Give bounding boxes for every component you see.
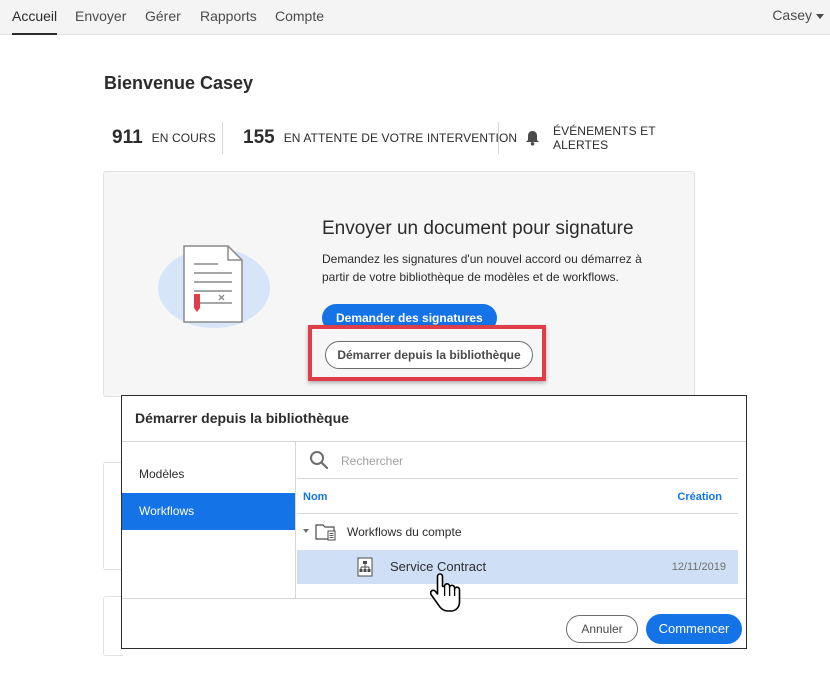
user-menu[interactable]: Casey <box>772 0 824 35</box>
search-input[interactable] <box>341 451 721 471</box>
nav-item-envoyer[interactable]: Envoyer <box>75 0 126 35</box>
folder-row[interactable]: Workflows du compte <box>297 515 738 549</box>
stat-events[interactable]: ÉVÉNEMENTS ET ALERTES <box>525 122 712 154</box>
sidebar-item-workflows[interactable]: Workflows <box>122 493 295 530</box>
dialog-main: Nom Création Workflows du compte Service… <box>297 442 738 598</box>
nav-item-gerer[interactable]: Gérer <box>145 0 181 35</box>
dialog-sidebar: Modèles Workflows <box>122 442 296 598</box>
workflow-icon <box>357 557 373 577</box>
stat-awaiting[interactable]: 155 EN ATTENTE DE VOTRE INTERVENTION <box>243 122 517 154</box>
divider <box>222 122 223 154</box>
nav-item-rapports[interactable]: Rapports <box>200 0 257 35</box>
stat-count: 155 <box>243 127 275 148</box>
stat-label: EN COURS <box>151 131 216 145</box>
column-name-header[interactable]: Nom <box>303 491 327 503</box>
cancel-button[interactable]: Annuler <box>566 615 638 643</box>
hand-cursor-icon <box>429 572 462 614</box>
document-illustration-icon <box>156 238 274 328</box>
table-header: Nom Création <box>297 480 738 514</box>
search-bar <box>297 442 738 479</box>
start-from-library-button[interactable]: Démarrer depuis la bibliothèque <box>325 341 533 369</box>
folder-label: Workflows du compte <box>347 525 462 539</box>
sidebar-item-modeles[interactable]: Modèles <box>122 456 295 493</box>
table-row[interactable]: Service Contract 12/11/2019 <box>297 550 738 584</box>
folder-icon <box>315 522 337 542</box>
stats-bar: 911 EN COURS 155 EN ATTENTE DE VOTRE INT… <box>112 122 712 154</box>
nav-item-accueil[interactable]: Accueil <box>12 0 58 35</box>
triangle-down-icon[interactable] <box>303 529 309 533</box>
page-title: Bienvenue Casey <box>104 73 254 93</box>
stat-count: 911 <box>112 127 143 148</box>
dialog-title: Démarrer depuis la bibliothèque <box>135 410 349 426</box>
stat-in-progress[interactable]: 911 EN COURS <box>112 122 216 154</box>
card-description: Demandez les signatures d'un nouvel acco… <box>322 252 642 284</box>
stat-label: EN ATTENTE DE VOTRE INTERVENTION <box>283 131 518 145</box>
column-created-header[interactable]: Création <box>677 491 722 503</box>
nav-item-compte[interactable]: Compte <box>275 0 324 35</box>
stat-label: ÉVÉNEMENTS ET ALERTES <box>553 124 656 152</box>
start-button[interactable]: Commencer <box>646 614 742 644</box>
highlight-box: Démarrer depuis la bibliothèque <box>308 325 546 381</box>
bell-icon <box>525 130 540 146</box>
workflow-date: 12/11/2019 <box>671 561 726 573</box>
background-card <box>103 596 123 656</box>
top-nav: Accueil Envoyer Gérer Rapports Compte Ca… <box>0 0 830 35</box>
divider <box>498 122 499 154</box>
user-name: Casey <box>772 7 812 23</box>
chevron-down-icon <box>816 13 824 19</box>
background-card <box>103 462 123 570</box>
card-title: Envoyer un document pour signature <box>322 218 634 239</box>
search-icon <box>309 450 329 470</box>
